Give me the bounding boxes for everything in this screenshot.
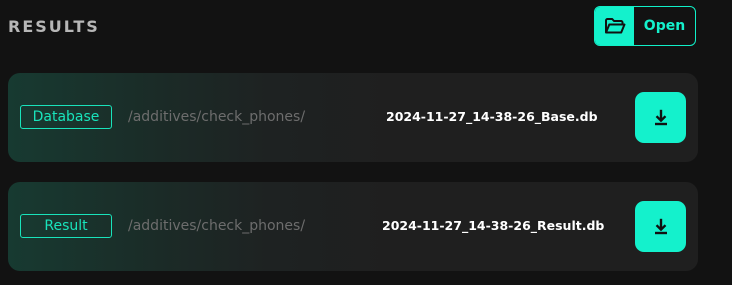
open-button-label: Open [643, 18, 686, 34]
download-icon [654, 218, 667, 234]
results-panel: RESULTS Open Database /additives/check_p… [0, 0, 732, 285]
section-title: RESULTS [8, 17, 100, 36]
database-tag: Database [20, 105, 112, 129]
open-button[interactable]: Open [594, 6, 696, 46]
file-name: 2024-11-27_14-38-26_Result.db [382, 218, 605, 233]
folder-open-icon [595, 7, 634, 45]
file-path: /additives/check_phones/ [128, 109, 306, 125]
download-button[interactable] [635, 201, 686, 252]
result-row: Database /additives/check_phones/ 2024-1… [8, 73, 698, 162]
result-tag: Result [20, 214, 112, 238]
download-button[interactable] [635, 92, 686, 143]
result-row: Result /additives/check_phones/ 2024-11-… [8, 182, 698, 271]
download-icon [654, 109, 667, 125]
file-name: 2024-11-27_14-38-26_Base.db [386, 109, 598, 124]
file-path: /additives/check_phones/ [128, 218, 306, 234]
